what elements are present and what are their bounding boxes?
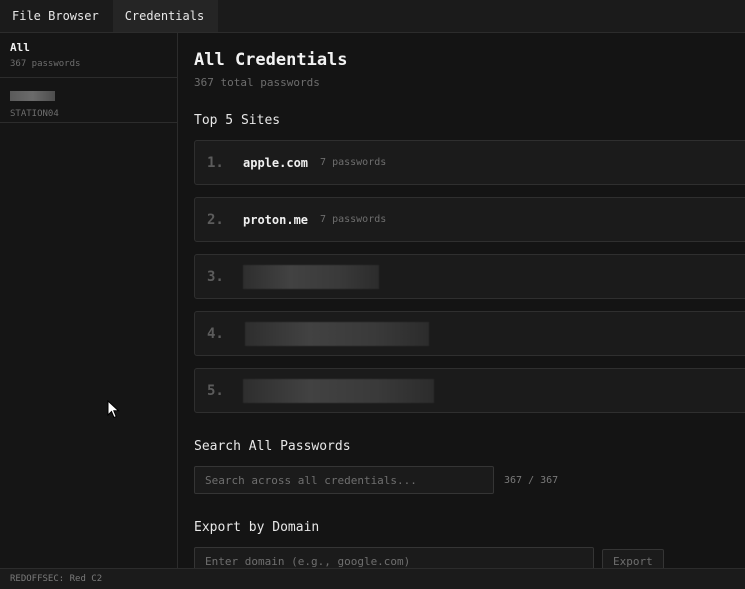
search-heading: Search All Passwords [194,439,351,454]
site-count: 7 passwords [320,214,387,225]
main-panel: All Credentials 367 total passwords Top … [178,33,745,568]
page-title: All Credentials [194,50,348,70]
site-card[interactable]: 2. proton.me 7 passwords [194,197,745,242]
tab-credentials[interactable]: Credentials [112,0,219,32]
redacted-site [245,321,429,346]
site-count: 7 passwords [320,157,387,168]
site-card[interactable]: 5. [194,368,745,413]
export-heading: Export by Domain [194,520,320,535]
site-rank: 1. [207,154,224,171]
tab-bar: File Browser Credentials [0,0,745,33]
site-rank: 3. [207,268,224,285]
tab-label: Credentials [124,9,205,23]
search-result-count: 367 / 367 [504,474,559,486]
redacted-site [243,378,434,403]
status-bar: REDOFFSEC: Red C2 [0,568,745,589]
site-card[interactable]: 1. apple.com 7 passwords [194,140,745,185]
site-rank: 4. [207,325,224,342]
redacted-hostname [10,91,55,101]
page-subtitle: 367 total passwords [194,76,320,89]
search-input[interactable] [194,466,494,494]
status-text: REDOFFSEC: Red C2 [10,574,103,584]
mouse-cursor-icon [107,400,120,419]
domain-input[interactable] [194,547,594,568]
site-rank: 2. [207,211,224,228]
sidebar: All 367 passwords STATION04 [0,33,178,568]
site-name: proton.me [243,212,309,227]
site-card[interactable]: 4. [194,311,745,356]
site-name: apple.com [243,155,309,170]
site-rank: 5. [207,382,224,399]
tab-file-browser[interactable]: File Browser [0,0,113,32]
sidebar-item-host[interactable]: STATION04 [0,78,177,123]
site-card[interactable]: 3. [194,254,745,299]
sidebar-item-count: 367 passwords [10,59,81,69]
redacted-site [243,264,379,289]
sidebar-item-title: All [10,41,30,54]
export-button[interactable]: Export [602,549,664,568]
tab-label: File Browser [12,9,99,23]
sidebar-item-machine: STATION04 [10,109,59,119]
top-sites-heading: Top 5 Sites [194,113,281,128]
sidebar-item-all[interactable]: All 367 passwords [0,33,177,78]
